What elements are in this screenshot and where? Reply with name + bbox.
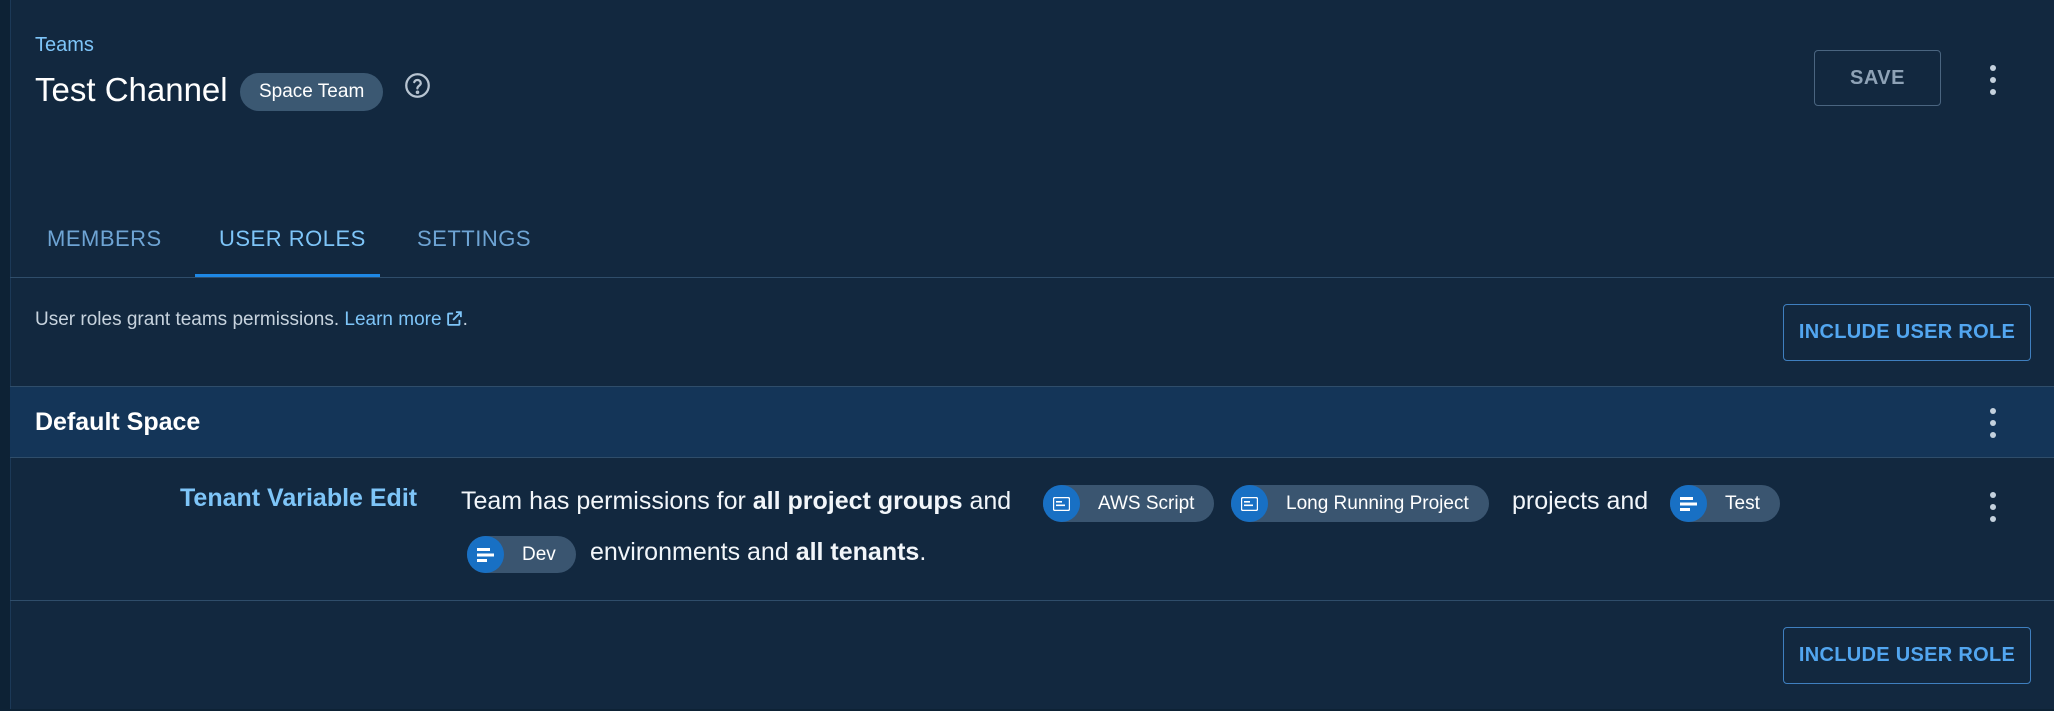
include-user-role-button-bottom[interactable]: INCLUDE USER ROLE — [1783, 627, 2031, 684]
role-name-link[interactable]: Tenant Variable Edit — [180, 484, 417, 513]
header-more-vertical-icon[interactable] — [1989, 65, 1997, 95]
space-header — [10, 387, 2054, 457]
permission-text-3: environments and all tenants. — [590, 538, 926, 567]
page-title: Test Channel — [35, 71, 228, 108]
project-chip-long-running-project[interactable]: Long Running Project — [1231, 485, 1489, 522]
permission-period: . — [919, 538, 927, 566]
project-icon — [1231, 485, 1268, 522]
learn-more-link[interactable]: Learn more — [344, 309, 462, 330]
description-trailing: . — [462, 309, 468, 330]
environment-chip-dev[interactable]: Dev — [467, 536, 576, 573]
external-link-icon — [446, 310, 463, 327]
environment-chip-label: Test — [1725, 492, 1760, 514]
role-bottom-divider — [10, 600, 2054, 601]
permission-tenants: all tenants — [795, 538, 920, 566]
space-more-vertical-icon[interactable] — [1989, 408, 1997, 438]
tab-user-roles[interactable]: USER ROLES — [219, 226, 366, 252]
permission-prefix: Team has permissions for — [461, 487, 746, 515]
user-roles-description: User roles grant teams permissions. Lear… — [35, 309, 468, 331]
space-bottom-divider — [10, 457, 2054, 458]
environment-icon — [1670, 485, 1707, 522]
save-button[interactable]: SAVE — [1814, 50, 1941, 106]
permission-project-groups: all project groups — [752, 487, 963, 515]
environment-chip-label: Dev — [522, 543, 556, 565]
permission-and: and — [969, 487, 1012, 515]
role-more-vertical-icon[interactable] — [1989, 492, 1997, 522]
project-chip-aws-script[interactable]: AWS Script — [1043, 485, 1215, 522]
project-icon — [1043, 485, 1080, 522]
help-circle-icon[interactable] — [404, 72, 431, 99]
permission-text-2: projects and — [1512, 487, 1649, 515]
description-text: User roles grant teams permissions. — [35, 309, 340, 330]
project-chip-label: AWS Script — [1098, 492, 1195, 514]
environment-icon — [467, 536, 504, 573]
breadcrumb-teams[interactable]: Teams — [35, 34, 94, 57]
permission-text-1: Team has permissions for all project gro… — [461, 487, 1011, 516]
project-chip-label: Long Running Project — [1286, 492, 1469, 514]
learn-more-label: Learn more — [344, 309, 442, 330]
tabs-divider — [10, 277, 2054, 278]
tab-settings[interactable]: SETTINGS — [417, 226, 531, 252]
permission-environments-and: environments and — [590, 538, 789, 566]
space-team-badge: Space Team — [240, 73, 384, 111]
space-name: Default Space — [35, 408, 201, 436]
tab-members[interactable]: MEMBERS — [47, 226, 162, 252]
environment-chip-test[interactable]: Test — [1670, 485, 1780, 522]
include-user-role-button-top[interactable]: INCLUDE USER ROLE — [1783, 304, 2031, 361]
